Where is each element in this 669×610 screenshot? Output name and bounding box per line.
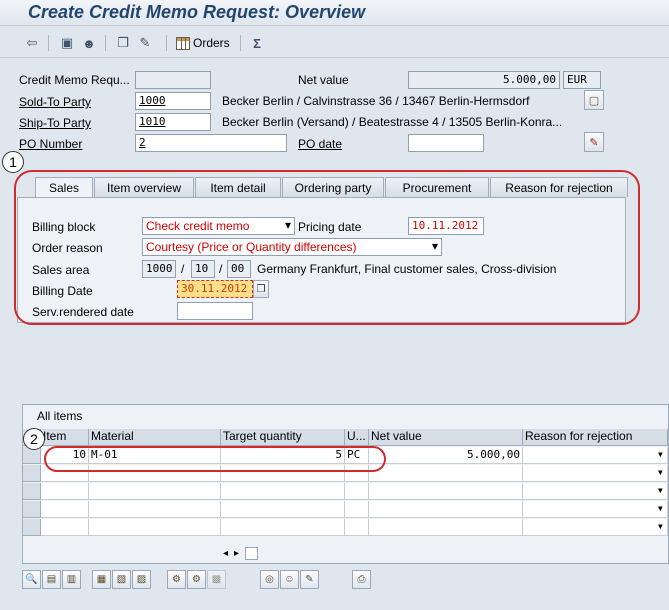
row-selector[interactable] [23, 501, 41, 518]
sold-to-label[interactable]: Sold-To Party [19, 95, 91, 109]
print-icon[interactable]: ⎙ [352, 570, 371, 589]
empty-cell[interactable] [369, 519, 523, 536]
batch-icon[interactable]: ▩ [207, 570, 226, 589]
empty-cell[interactable] [221, 519, 345, 536]
empty-cell[interactable] [89, 483, 221, 500]
horizontal-scrollbar[interactable]: ◂ ▸ [223, 546, 273, 560]
column-header-unit[interactable]: U... [345, 429, 369, 446]
po-number-value: 2 [139, 136, 146, 149]
header-detail-icon[interactable]: ▣ [58, 34, 76, 52]
net-value-field: 5.000,00 [408, 71, 560, 89]
empty-reason-cell[interactable] [523, 465, 668, 482]
sold-to-value: 1000 [139, 94, 166, 107]
empty-cell[interactable] [369, 501, 523, 518]
copy-icon[interactable]: ❐ [114, 34, 132, 52]
title-bar: Create Credit Memo Request: Overview [0, 0, 669, 26]
item-detail-icon[interactable]: 🔍 [22, 570, 41, 589]
po-date-label[interactable]: PO date [298, 137, 342, 151]
empty-cell[interactable] [89, 519, 221, 536]
annotation-badge-2: 2 [23, 428, 45, 450]
credit-memo-field[interactable] [135, 71, 211, 89]
row-selector[interactable] [23, 519, 41, 536]
net-value-label: Net value [298, 73, 349, 87]
all-items-table: All items Item Material Target quantity … [22, 404, 669, 564]
empty-cell[interactable] [345, 501, 369, 518]
po-number-field[interactable]: 2 [135, 134, 287, 152]
document-icon[interactable]: ▢ [584, 90, 604, 110]
po-number-label[interactable]: PO Number [19, 137, 82, 151]
delete-row-icon[interactable]: ▥ [62, 570, 81, 589]
orders-label: Orders [193, 36, 230, 50]
sold-to-description: Becker Berlin / Calvinstrasse 36 / 13467… [222, 94, 530, 108]
scroll-left-icon[interactable]: ◂ [223, 548, 228, 559]
column-header-target-quantity[interactable]: Target quantity [221, 429, 345, 446]
ship-to-label[interactable]: Ship-To Party [19, 116, 91, 130]
empty-cell[interactable] [221, 501, 345, 518]
empty-reason-cell[interactable] [523, 483, 668, 500]
row-selector[interactable] [23, 483, 41, 500]
column-header-item[interactable]: Item [41, 429, 89, 446]
scroll-right-icon[interactable]: ▸ [234, 548, 239, 559]
cell-reason-for-rejection[interactable] [523, 447, 668, 464]
orders-grid-icon [176, 36, 190, 50]
partners-icon[interactable]: ☺ [280, 570, 299, 589]
column-header-net-value[interactable]: Net value [369, 429, 523, 446]
annotation-oval-1 [14, 170, 640, 325]
texts-icon[interactable]: ✎ [300, 570, 319, 589]
empty-cell[interactable] [41, 483, 89, 500]
edit-icon[interactable]: ✎ [136, 34, 154, 52]
sold-to-field[interactable]: 1000 [135, 92, 211, 110]
deselect-all-icon[interactable]: ▧ [112, 570, 131, 589]
all-items-title: All items [37, 409, 83, 423]
toolbar-separator [166, 35, 167, 51]
empty-cell[interactable] [369, 483, 523, 500]
schedule-lines-icon[interactable]: ⚙ [187, 570, 206, 589]
annotation-badge-1: 1 [2, 151, 24, 173]
application-toolbar: ⇦ ▣ ☻ ❐ ✎ Orders Σ [0, 28, 669, 58]
configuration-icon[interactable]: ⚙ [167, 570, 186, 589]
toolbar-separator [105, 35, 106, 51]
column-header-material[interactable]: Material [89, 429, 221, 446]
empty-cell[interactable] [89, 501, 221, 518]
select-block-icon[interactable]: ▨ [132, 570, 151, 589]
sum-icon[interactable]: Σ [248, 34, 266, 52]
ship-to-description: Becker Berlin (Versand) / Beatestrasse 4… [222, 115, 563, 129]
column-header-reason-for-rejection[interactable]: Reason for rejection [523, 429, 668, 446]
po-date-field[interactable] [408, 134, 484, 152]
pricing-icon[interactable]: ◎ [260, 570, 279, 589]
empty-cell[interactable] [41, 519, 89, 536]
empty-reason-cell[interactable] [523, 519, 668, 536]
annotation-oval-2 [44, 446, 386, 472]
insert-row-icon[interactable]: ▤ [42, 570, 61, 589]
toolbar-separator [240, 35, 241, 51]
empty-reason-cell[interactable] [523, 501, 668, 518]
ship-to-field[interactable]: 1010 [135, 113, 211, 131]
empty-cell[interactable] [345, 519, 369, 536]
partner-icon[interactable]: ☻ [80, 34, 98, 52]
cell-net-value[interactable]: 5.000,00 [369, 447, 523, 464]
display-change-icon[interactable]: ⇦ [23, 34, 41, 52]
toolbar-separator [48, 35, 49, 51]
calendar-edit-icon[interactable]: ✎ [584, 132, 604, 152]
empty-cell[interactable] [41, 501, 89, 518]
window-title: Create Credit Memo Request: Overview [28, 2, 366, 22]
select-all-icon[interactable]: ▦ [92, 570, 111, 589]
scroll-thumb[interactable] [245, 546, 259, 560]
currency-field: EUR [563, 71, 601, 89]
empty-cell[interactable] [369, 465, 523, 482]
empty-cell[interactable] [345, 483, 369, 500]
orders-button[interactable]: Orders [176, 34, 230, 52]
empty-cell[interactable] [221, 483, 345, 500]
ship-to-value: 1010 [139, 115, 166, 128]
row-selector[interactable] [23, 465, 41, 482]
credit-memo-label: Credit Memo Requ... [19, 73, 130, 87]
